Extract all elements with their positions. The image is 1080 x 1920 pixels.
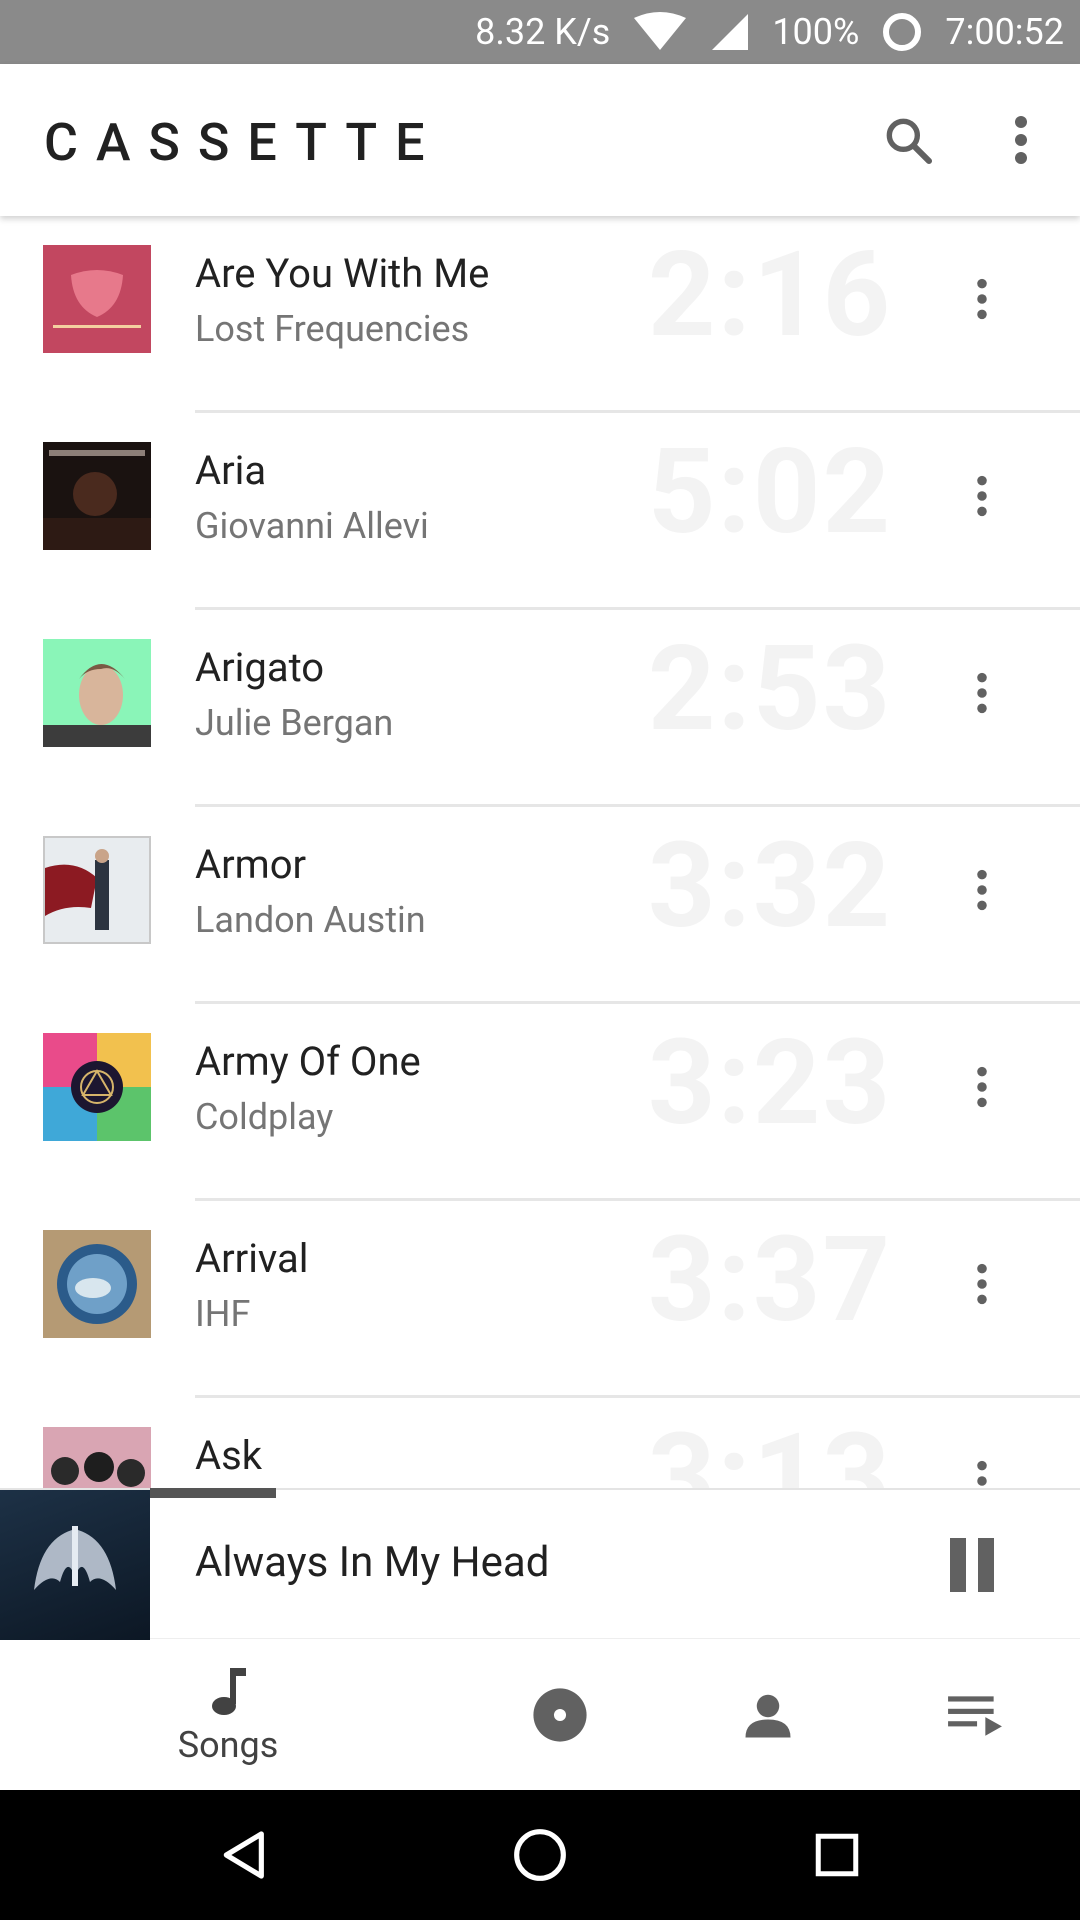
album-art — [43, 1033, 151, 1141]
back-button[interactable] — [205, 1815, 285, 1895]
song-list[interactable]: Are You With Me Lost Frequencies 2:16 Ar… — [0, 216, 1080, 1488]
back-icon — [223, 1831, 264, 1879]
nav-albums[interactable] — [520, 1639, 600, 1791]
now-playing-title: Always In My Head — [195, 1538, 550, 1587]
more-vert-icon — [977, 1066, 987, 1108]
pause-button[interactable] — [940, 1530, 1004, 1600]
song-options-button[interactable] — [950, 451, 1014, 541]
sync-circle-icon — [881, 11, 923, 53]
music-note-icon — [212, 1668, 246, 1715]
song-artist: Landon Austin — [195, 899, 426, 941]
recents-icon — [815, 1833, 859, 1877]
song-options-button[interactable] — [950, 1436, 1014, 1488]
album-art — [43, 245, 151, 353]
song-artist: Coldplay — [195, 1096, 334, 1138]
song-title: Aria — [195, 447, 267, 494]
wifi-icon — [632, 12, 688, 52]
now-playing-bar[interactable]: Always In My Head — [0, 1488, 1080, 1640]
nav-artists[interactable] — [728, 1639, 808, 1791]
bottom-navigation: Songs — [0, 1638, 1080, 1790]
artist-icon — [745, 1694, 791, 1738]
song-row[interactable]: Aria Giovanni Allevi 5:02 — [0, 413, 1080, 610]
status-bar: 8.32 K/s 100% 7:00:52 — [0, 0, 1080, 64]
battery-level: 100% — [772, 11, 860, 53]
home-icon — [514, 1829, 566, 1881]
app-title: CASSETTE — [44, 112, 443, 173]
song-duration: 2:53 — [647, 620, 893, 758]
playback-progress-bar[interactable] — [150, 1488, 276, 1498]
album-art — [43, 1230, 151, 1338]
song-row[interactable]: Armor Landon Austin 3:32 — [0, 807, 1080, 1004]
song-duration: 3:32 — [647, 817, 893, 955]
album-art — [43, 1427, 151, 1488]
nav-playlists[interactable] — [935, 1639, 1015, 1791]
song-duration: 3:37 — [647, 1211, 893, 1349]
song-artist: Giovanni Allevi — [195, 505, 429, 547]
song-artist: Lost Frequencies — [195, 308, 470, 350]
signal-icon — [710, 12, 750, 52]
song-artist: IHF — [195, 1293, 251, 1335]
pause-icon — [950, 1538, 994, 1592]
song-options-button[interactable] — [950, 845, 1014, 935]
home-button[interactable] — [500, 1815, 580, 1895]
search-button[interactable] — [872, 104, 944, 176]
more-vert-icon — [977, 1263, 987, 1305]
song-options-button[interactable] — [950, 1239, 1014, 1329]
song-row[interactable]: Arigato Julie Bergan 2:53 — [0, 610, 1080, 807]
overflow-menu-button[interactable] — [985, 104, 1057, 176]
system-navigation-bar — [0, 1790, 1080, 1920]
search-icon — [886, 118, 933, 165]
song-options-button[interactable] — [950, 254, 1014, 344]
song-title: Are You With Me — [195, 250, 490, 297]
song-title: Arigato — [195, 644, 325, 691]
more-vert-icon — [977, 1460, 987, 1486]
more-vert-icon — [977, 869, 987, 911]
more-vert-icon — [977, 475, 987, 517]
album-art — [43, 639, 151, 747]
song-title: Arrival — [195, 1235, 309, 1282]
song-row[interactable]: Arrival IHF 3:37 — [0, 1201, 1080, 1398]
album-art — [43, 442, 151, 550]
song-options-button[interactable] — [950, 1042, 1014, 1132]
song-row[interactable]: Army Of One Coldplay 3:23 — [0, 1004, 1080, 1201]
more-vert-icon — [1015, 116, 1027, 164]
album-icon — [533, 1688, 587, 1742]
now-playing-album-art — [0, 1490, 150, 1640]
nav-songs[interactable]: Songs — [150, 1639, 306, 1791]
song-duration: 2:16 — [647, 226, 893, 364]
song-options-button[interactable] — [950, 648, 1014, 738]
song-artist: Julie Bergan — [195, 702, 394, 744]
app-bar: CASSETTE — [0, 64, 1080, 216]
song-duration: 5:02 — [647, 423, 893, 561]
more-vert-icon — [977, 672, 987, 714]
song-title: Army Of One — [195, 1038, 421, 1085]
playlist-icon — [948, 1696, 1002, 1736]
song-title: Ask — [195, 1432, 263, 1479]
song-title: Armor — [195, 841, 307, 888]
song-row[interactable]: Are You With Me Lost Frequencies 2:16 — [0, 216, 1080, 413]
network-speed: 8.32 K/s — [475, 11, 611, 53]
album-art — [43, 836, 151, 944]
more-vert-icon — [977, 278, 987, 320]
song-duration: 3:13 — [647, 1408, 893, 1488]
recents-button[interactable] — [797, 1815, 877, 1895]
song-row[interactable]: Ask 3:13 — [0, 1398, 1080, 1488]
clock: 7:00:52 — [945, 11, 1064, 53]
song-duration: 3:23 — [647, 1014, 893, 1152]
nav-songs-label: Songs — [177, 1724, 279, 1766]
